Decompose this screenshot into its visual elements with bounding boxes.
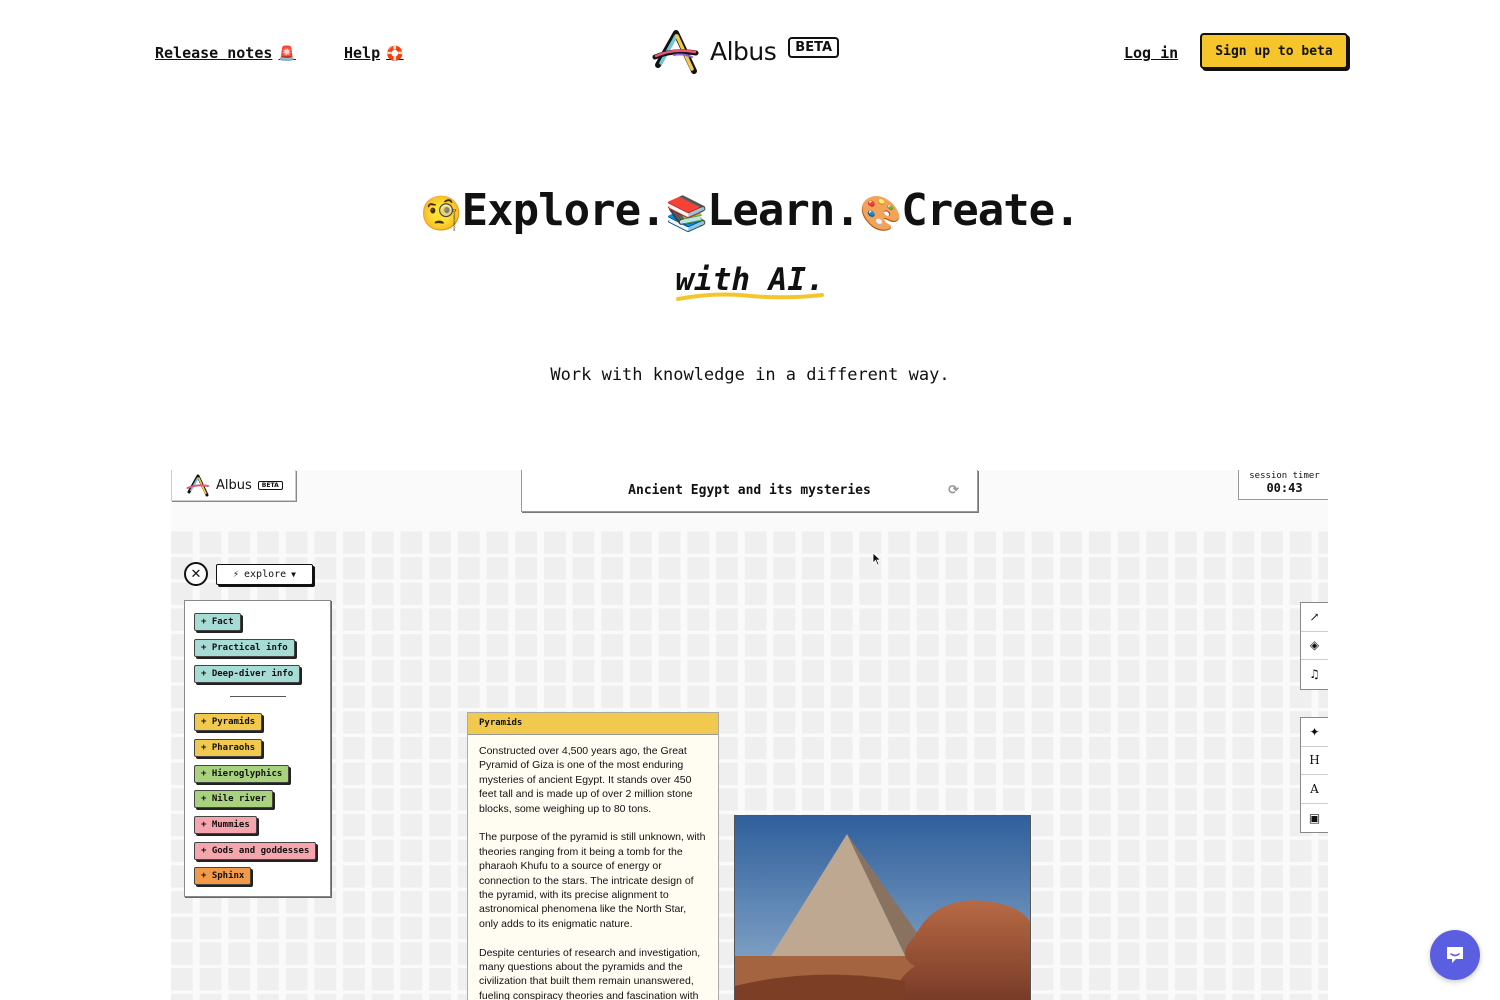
chat-button[interactable] xyxy=(1430,930,1480,980)
hero-subheadline: with AI. xyxy=(0,262,1500,301)
chip-hieroglyphics[interactable]: + Hieroglyphics xyxy=(194,765,290,783)
preview-logo[interactable]: Albus BETA xyxy=(171,470,296,501)
chevron-down-icon: ▼ xyxy=(291,570,296,579)
albus-logo-icon xyxy=(652,30,699,74)
chip-gods-and-goddesses[interactable]: + Gods and goddesses xyxy=(194,842,317,860)
chip-label: + Pyramids xyxy=(201,717,256,727)
card-paragraph: Despite centuries of research and invest… xyxy=(479,946,701,1000)
topic-bar[interactable]: Ancient Egypt and its mysteries ⟳ xyxy=(521,470,978,512)
share-icon[interactable]: ↗ xyxy=(1301,603,1328,632)
chip-label: + Mummies xyxy=(201,820,250,830)
app-preview: Albus BETA Ancient Egypt and its mysteri… xyxy=(171,470,1328,1000)
palette-icon: 🎨 xyxy=(859,194,902,234)
refresh-icon[interactable]: ⟳ xyxy=(948,483,959,498)
suggestion-panel: + Fact + Practical info + Deep-diver inf… xyxy=(184,600,331,897)
close-icon: ✕ xyxy=(190,566,202,582)
session-timer: session timer 00:43 xyxy=(1238,470,1328,500)
card-body: Constructed over 4,500 years ago, the Gr… xyxy=(468,735,718,1000)
chip-mummies[interactable]: + Mummies xyxy=(194,816,257,834)
albus-logo[interactable]: Albus BETA xyxy=(652,27,840,75)
books-icon: 📚 xyxy=(665,194,708,234)
image-icon[interactable]: ▣ xyxy=(1301,804,1328,833)
chip-label: + Fact xyxy=(201,617,234,627)
magic-wand-icon[interactable]: ✦ xyxy=(1301,718,1328,747)
chip-pyramids[interactable]: + Pyramids xyxy=(194,713,263,731)
albus-logo-icon-small xyxy=(186,474,209,497)
login-link[interactable]: Log in xyxy=(1124,44,1178,62)
chip-fact[interactable]: + Fact xyxy=(194,613,241,631)
help-label: Help xyxy=(344,44,381,62)
timer-value: 00:43 xyxy=(1266,481,1303,495)
chip-label: + Hieroglyphics xyxy=(201,769,283,779)
monocle-face-icon: 🧐 xyxy=(420,194,462,234)
release-notes-link[interactable]: Release notes 🚨 xyxy=(155,44,296,62)
text-icon[interactable]: A xyxy=(1301,775,1328,804)
card-paragraph: The purpose of the pyramid is still unkn… xyxy=(479,831,706,930)
lightning-icon: ⚡ xyxy=(232,569,240,580)
lifebuoy-icon: 🛟 xyxy=(386,46,404,62)
chip-nile-river[interactable]: + Nile river xyxy=(194,790,274,808)
chip-practical-info[interactable]: + Practical info xyxy=(194,639,295,657)
chat-icon xyxy=(1447,947,1463,963)
tagline: Work with knowledge in a different way. xyxy=(550,365,950,385)
preview-beta-badge: BETA xyxy=(257,480,283,490)
preview-logo-text: Albus xyxy=(216,477,252,493)
chip-deep-diver-info[interactable]: + Deep-diver info xyxy=(194,665,301,683)
card-title: Pyramids xyxy=(468,713,718,735)
mode-label: explore xyxy=(244,569,287,580)
chip-label: + Practical info xyxy=(201,643,288,653)
canvas-toolbar-top: ↗ ◈ ♫ xyxy=(1300,602,1328,690)
hero-create: Create. xyxy=(901,185,1080,236)
canvas-toolbar-bottom: ✦ H A ▣ xyxy=(1300,717,1328,833)
mode-dropdown[interactable]: ⚡ explore ▼ xyxy=(216,564,313,585)
panel-divider xyxy=(230,696,286,697)
logo-text: Albus xyxy=(710,36,777,66)
chip-label: + Pharaohs xyxy=(201,743,256,753)
signup-button[interactable]: Sign up to beta xyxy=(1200,33,1348,69)
card-paragraph: Constructed over 4,500 years ago, the Gr… xyxy=(479,745,693,815)
chip-label: + Gods and goddesses xyxy=(201,846,310,856)
mouse-cursor-icon xyxy=(872,552,882,566)
hero-learn: Learn. xyxy=(706,185,861,236)
siren-icon: 🚨 xyxy=(278,46,296,62)
beta-badge: BETA xyxy=(788,36,840,58)
chip-label: + Nile river xyxy=(201,794,267,804)
chip-label: + Deep-diver info xyxy=(201,669,294,679)
pyramid-image[interactable] xyxy=(734,815,1031,1000)
eraser-icon[interactable]: ◈ xyxy=(1301,632,1328,660)
music-icon[interactable]: ♫ xyxy=(1301,660,1328,689)
timer-label: session timer xyxy=(1249,471,1320,481)
hero-explore: Explore. xyxy=(461,185,667,236)
heading-icon[interactable]: H xyxy=(1301,747,1328,775)
topic-title: Ancient Egypt and its mysteries xyxy=(628,483,871,498)
chip-sphinx[interactable]: + Sphinx xyxy=(194,867,252,885)
pyramid-illustration xyxy=(735,816,1030,1000)
underline-scribble xyxy=(676,292,824,301)
chip-pharaohs[interactable]: + Pharaohs xyxy=(194,739,263,757)
pyramids-card[interactable]: Pyramids Constructed over 4,500 years ag… xyxy=(467,712,719,1000)
help-link[interactable]: Help 🛟 xyxy=(344,44,404,62)
chip-label: + Sphinx xyxy=(201,871,245,881)
close-button[interactable]: ✕ xyxy=(184,562,208,586)
release-notes-label: Release notes xyxy=(155,44,273,62)
hero-headline: 🧐Explore.📚Learn.🎨Create. xyxy=(0,185,1500,236)
